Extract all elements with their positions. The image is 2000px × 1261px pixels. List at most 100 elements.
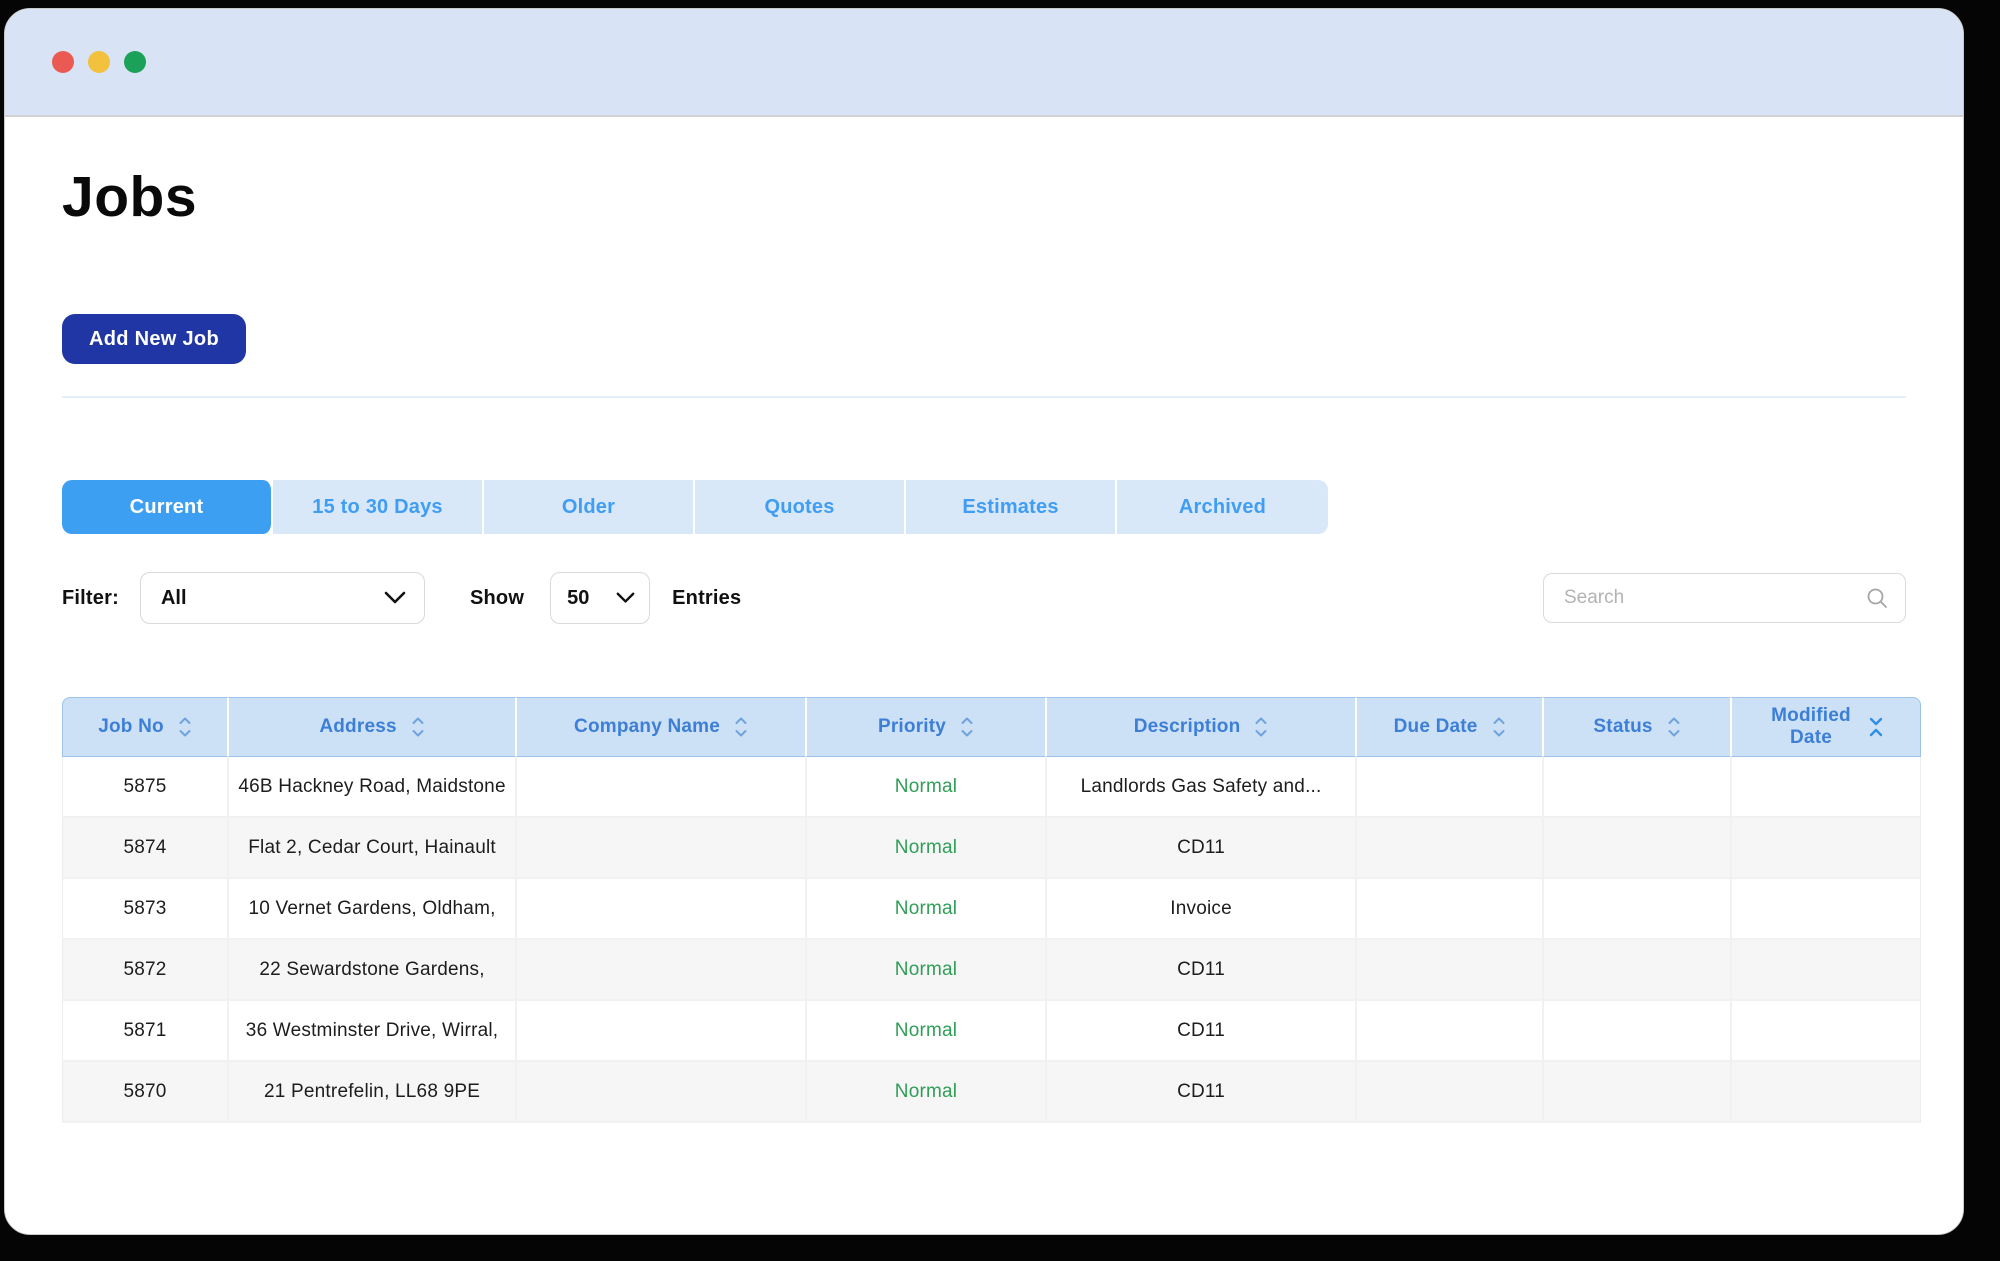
traffic-lights	[52, 51, 146, 73]
tab-archived[interactable]: Archived	[1117, 480, 1328, 534]
cell-company	[515, 757, 806, 818]
cell-priority: Normal	[805, 879, 1046, 940]
table-row[interactable]: 5871 36 Westminster Drive, Wirral, Normal C…	[62, 1001, 1921, 1062]
sort-chevrons-icon	[179, 717, 191, 737]
cell-priority: Normal	[805, 1062, 1046, 1123]
cell-priority: Normal	[805, 818, 1046, 879]
show-entries-value: 50	[567, 586, 590, 609]
filter-dropdown-value: All	[160, 586, 187, 609]
close-icon[interactable]	[52, 51, 74, 73]
cell-due-date	[1355, 818, 1543, 879]
filter-toolbar: Filter: All Show 50 Entries	[62, 572, 1906, 624]
chevron-down-icon	[616, 592, 635, 603]
tab-15-to-30-days[interactable]: 15 to 30 Days	[273, 480, 484, 534]
cell-address: 10 Vernet Gardens, Oldham,	[227, 879, 516, 940]
col-header-job-no[interactable]: Job No	[62, 697, 228, 757]
cell-status	[1542, 1001, 1731, 1062]
col-header-due-date[interactable]: Due Date	[1355, 697, 1543, 757]
show-entries-dropdown[interactable]: 50	[550, 572, 651, 624]
show-label: Show	[469, 586, 525, 609]
table-row[interactable]: 5870 21 Pentrefelin, LL68 9PE Normal CD11	[62, 1062, 1921, 1123]
cell-description: CD11	[1045, 940, 1356, 1001]
cell-modified	[1730, 1001, 1921, 1062]
cell-modified	[1730, 818, 1921, 879]
cell-job-no: 5872	[62, 940, 228, 1001]
cell-description: CD11	[1045, 1062, 1356, 1123]
cell-company	[515, 879, 806, 940]
cell-modified	[1730, 879, 1921, 940]
cell-modified	[1730, 1062, 1921, 1123]
cell-status	[1542, 818, 1731, 879]
cell-priority: Normal	[805, 1001, 1046, 1062]
filter-dropdown[interactable]: All	[139, 572, 425, 624]
app-window: Jobs Add New Job Current 15 to 30 Days O…	[4, 8, 1964, 1235]
sort-chevrons-icon	[412, 717, 424, 737]
search-icon	[1867, 588, 1887, 608]
table-row[interactable]: 5875 46B Hackney Road, Maidstone Normal Lan…	[62, 757, 1921, 818]
add-new-job-button[interactable]: Add New Job	[62, 314, 246, 364]
tab-bar: Current 15 to 30 Days Older Quotes Estim…	[62, 480, 1328, 534]
tab-older[interactable]: Older	[484, 480, 695, 534]
cell-job-no: 5874	[62, 818, 228, 879]
cell-modified	[1730, 757, 1921, 818]
tab-estimates[interactable]: Estimates	[906, 480, 1117, 534]
col-header-company-name[interactable]: Company Name	[515, 697, 806, 757]
cell-address: 21 Pentrefelin, LL68 9PE	[227, 1062, 516, 1123]
cell-priority: Normal	[805, 940, 1046, 1001]
cell-company	[515, 1001, 806, 1062]
search-input[interactable]	[1564, 587, 1865, 609]
cell-job-no: 5871	[62, 1001, 228, 1062]
tab-quotes[interactable]: Quotes	[695, 480, 906, 534]
jobs-table: Job No Address Company Name Priority Des…	[62, 697, 1921, 1123]
table-row[interactable]: 5874 Flat 2, Cedar Court, Hainault Normal C…	[62, 818, 1921, 879]
section-divider	[62, 396, 1906, 398]
sort-chevrons-icon	[1255, 717, 1267, 737]
search-box[interactable]	[1543, 573, 1906, 623]
cell-address: 22 Sewardstone Gardens,	[227, 940, 516, 1001]
window-titlebar	[5, 9, 1963, 117]
table-header-row: Job No Address Company Name Priority Des…	[62, 697, 1921, 757]
sort-chevrons-icon	[1493, 717, 1505, 737]
cell-description: Invoice	[1045, 879, 1356, 940]
cell-status	[1542, 1062, 1731, 1123]
cell-due-date	[1355, 757, 1543, 818]
zoom-icon[interactable]	[124, 51, 146, 73]
col-header-modified-date[interactable]: Modified Date	[1730, 697, 1921, 757]
cell-due-date	[1355, 1062, 1543, 1123]
sort-chevrons-collapsed-icon	[1869, 717, 1883, 737]
tab-current[interactable]: Current	[62, 480, 273, 534]
table-row[interactable]: 5872 22 Sewardstone Gardens, Normal CD11	[62, 940, 1921, 1001]
cell-description: CD11	[1045, 818, 1356, 879]
cell-priority: Normal	[805, 757, 1046, 818]
filter-label: Filter:	[62, 586, 119, 609]
cell-due-date	[1355, 1001, 1543, 1062]
cell-address: Flat 2, Cedar Court, Hainault	[227, 818, 516, 879]
cell-company	[515, 940, 806, 1001]
entries-label: Entries	[672, 586, 742, 609]
cell-due-date	[1355, 879, 1543, 940]
cell-status	[1542, 879, 1731, 940]
cell-job-no: 5870	[62, 1062, 228, 1123]
cell-modified	[1730, 940, 1921, 1001]
sort-chevrons-icon	[961, 717, 973, 737]
minimize-icon[interactable]	[88, 51, 110, 73]
col-header-priority[interactable]: Priority	[805, 697, 1046, 757]
cell-company	[515, 818, 806, 879]
cell-status	[1542, 940, 1731, 1001]
cell-address: 46B Hackney Road, Maidstone	[227, 757, 516, 818]
cell-company	[515, 1062, 806, 1123]
col-header-address[interactable]: Address	[227, 697, 516, 757]
col-header-status[interactable]: Status	[1542, 697, 1731, 757]
cell-description: CD11	[1045, 1001, 1356, 1062]
cell-address: 36 Westminster Drive, Wirral,	[227, 1001, 516, 1062]
chevron-down-icon	[384, 591, 406, 604]
cell-due-date	[1355, 940, 1543, 1001]
cell-job-no: 5873	[62, 879, 228, 940]
page-title: Jobs	[62, 165, 198, 229]
sort-chevrons-icon	[735, 717, 747, 737]
sort-chevrons-icon	[1668, 717, 1680, 737]
cell-job-no: 5875	[62, 757, 228, 818]
cell-status	[1542, 757, 1731, 818]
table-row[interactable]: 5873 10 Vernet Gardens, Oldham, Normal Invo…	[62, 879, 1921, 940]
col-header-description[interactable]: Description	[1045, 697, 1356, 757]
